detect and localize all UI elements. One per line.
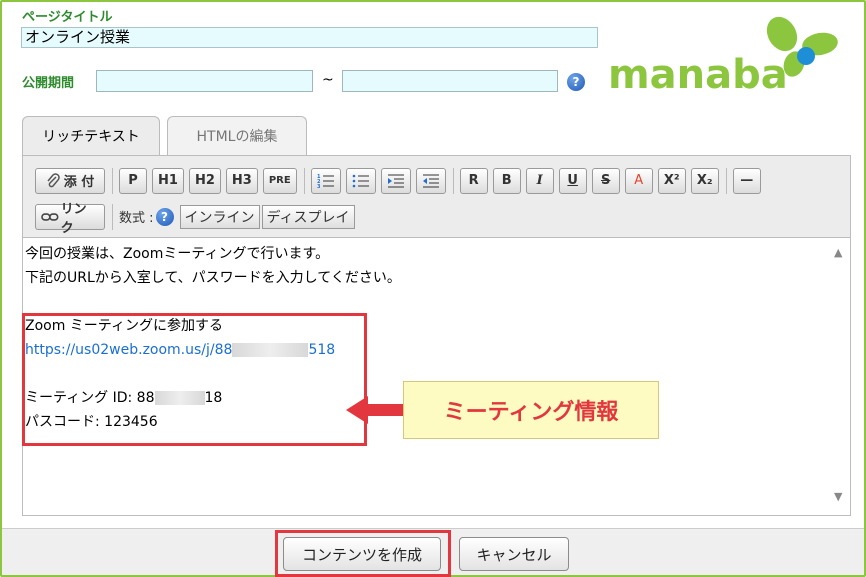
content-line-2: 下記のURLから入室して、パスワードを入力してください。 xyxy=(25,270,401,286)
toolbar-row-2: リンク 数式 : ? インライン ディスプレイ xyxy=(35,202,355,236)
strikethrough-button[interactable]: S xyxy=(591,167,620,194)
ordered-list-icon: 123 xyxy=(317,174,334,189)
paragraph-button[interactable]: P xyxy=(119,167,147,194)
font-color-button[interactable]: A xyxy=(624,167,653,194)
h1-button[interactable]: H1 xyxy=(152,167,184,194)
toolbar-separator xyxy=(303,167,305,194)
manaba-logo-text: manaba xyxy=(608,52,788,98)
period-label: 公開期間 xyxy=(22,76,75,91)
cancel-button[interactable]: キャンセル xyxy=(459,537,569,571)
toolbar-row-1: 添 付 P H1 H2 H3 PRE 123 R B I U S A X² X₂… xyxy=(35,167,766,194)
bullet-list-icon xyxy=(352,174,369,187)
math-label: 数式 : xyxy=(119,211,154,226)
ordered-list-button[interactable]: 123 xyxy=(310,167,341,194)
tab-rich-text[interactable]: リッチテキスト xyxy=(22,116,160,156)
period-separator: ~ xyxy=(322,72,334,88)
attach-label: 添 付 xyxy=(63,175,95,190)
superscript-button[interactable]: X² xyxy=(657,167,686,194)
period-end-input[interactable] xyxy=(342,70,558,92)
h3-button[interactable]: H3 xyxy=(225,167,258,194)
svg-text:3: 3 xyxy=(317,184,321,189)
pre-button[interactable]: PRE xyxy=(262,167,297,194)
display-math-button[interactable]: ディスプレイ xyxy=(261,204,355,229)
create-button-highlight xyxy=(275,530,451,577)
bold-button[interactable]: B xyxy=(492,167,521,194)
arrow-left-icon xyxy=(346,396,404,424)
h2-button[interactable]: H2 xyxy=(188,167,221,194)
toolbar-separator xyxy=(725,167,727,194)
help-icon[interactable]: ? xyxy=(567,73,585,91)
toolbar-separator xyxy=(112,203,113,230)
period-start-input[interactable] xyxy=(96,70,313,92)
chain-link-icon xyxy=(41,212,59,221)
indent-icon xyxy=(387,174,404,187)
scroll-down-icon[interactable]: ▼ xyxy=(834,490,860,503)
outdent-button[interactable] xyxy=(415,167,446,194)
toolbar-separator xyxy=(452,167,454,194)
callout-label: ミーティング情報 xyxy=(403,381,659,439)
indent-button[interactable] xyxy=(380,167,411,194)
link-label: リンク xyxy=(60,201,87,236)
r-button[interactable]: R xyxy=(459,167,488,194)
link-button[interactable]: リンク xyxy=(35,202,105,236)
underline-button[interactable]: U xyxy=(558,167,587,194)
horizontal-rule-button[interactable]: — xyxy=(732,167,761,194)
bullet-list-button[interactable] xyxy=(345,167,376,194)
subscript-button[interactable]: X₂ xyxy=(690,167,719,194)
outdent-icon xyxy=(422,174,439,187)
attach-button[interactable]: 添 付 xyxy=(35,167,105,194)
italic-button[interactable]: I xyxy=(525,167,554,194)
page-title-input[interactable]: オンライン授業 xyxy=(21,27,598,48)
tab-html-edit[interactable]: HTMLの編集 xyxy=(167,116,307,156)
paperclip-icon xyxy=(47,172,60,187)
meeting-info-highlight xyxy=(22,313,367,446)
inline-math-button[interactable]: インライン xyxy=(179,204,260,229)
math-help-icon[interactable]: ? xyxy=(155,207,174,226)
toolbar-separator xyxy=(112,167,113,194)
content-line-1: 今回の授業は、Zoomミーティングで行います。 xyxy=(25,246,330,262)
scroll-up-icon[interactable]: ▲ xyxy=(834,246,860,259)
page-title-label: ページタイトル xyxy=(22,10,113,25)
